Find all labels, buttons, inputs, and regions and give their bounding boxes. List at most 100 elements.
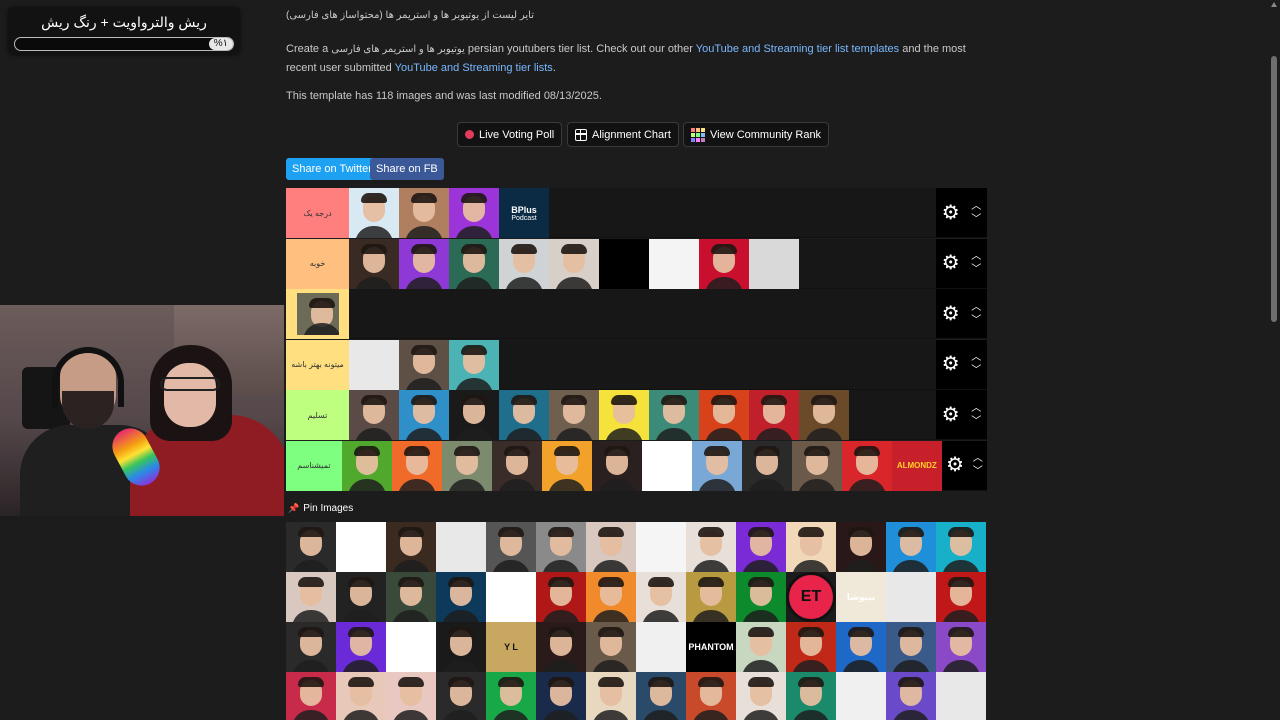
gear-icon[interactable]: ⚙ bbox=[942, 405, 960, 425]
pool-image[interactable] bbox=[736, 522, 786, 572]
pool-image[interactable] bbox=[336, 572, 386, 622]
tier-item[interactable] bbox=[699, 390, 749, 440]
pool-image[interactable] bbox=[386, 622, 436, 672]
tier-item[interactable]: ALMONDZ bbox=[891, 440, 942, 491]
tier-item[interactable] bbox=[449, 390, 499, 440]
tier-item[interactable] bbox=[749, 238, 799, 289]
tier-item[interactable] bbox=[441, 440, 492, 491]
pool-image[interactable] bbox=[636, 522, 686, 572]
tier-item[interactable] bbox=[391, 440, 442, 491]
chevron-down-icon[interactable]: ﹀ bbox=[971, 416, 981, 426]
pool-image[interactable] bbox=[786, 622, 836, 672]
tier-item[interactable] bbox=[399, 188, 449, 238]
tier-label[interactable]: خوبه bbox=[286, 238, 349, 289]
scrollbar-thumb[interactable] bbox=[1271, 56, 1277, 322]
tier-item[interactable] bbox=[549, 390, 599, 440]
tier-item[interactable] bbox=[741, 440, 792, 491]
alignment-chart-button[interactable]: Alignment Chart bbox=[567, 122, 679, 147]
tier-item[interactable] bbox=[349, 238, 399, 289]
chevron-up-icon[interactable]: ︿ bbox=[971, 403, 981, 413]
tier-items[interactable] bbox=[349, 238, 936, 289]
pool-image[interactable] bbox=[436, 622, 486, 672]
pool-image[interactable] bbox=[386, 672, 436, 720]
tier-item[interactable] bbox=[349, 188, 399, 238]
tier-item[interactable] bbox=[491, 440, 542, 491]
pool-image[interactable] bbox=[436, 572, 486, 622]
gear-icon[interactable]: ⚙ bbox=[942, 203, 960, 223]
gear-icon[interactable]: ⚙ bbox=[946, 455, 964, 475]
tier-item[interactable] bbox=[349, 339, 399, 390]
pool-image[interactable] bbox=[836, 672, 886, 720]
pool-image[interactable]: PHANTOM bbox=[686, 622, 736, 672]
tier-label[interactable]: تسلیم bbox=[286, 390, 349, 440]
gear-icon[interactable]: ⚙ bbox=[942, 304, 960, 324]
chevron-down-icon[interactable]: ﹀ bbox=[971, 366, 981, 376]
pool-image[interactable] bbox=[936, 622, 986, 672]
pool-image[interactable] bbox=[336, 522, 386, 572]
pool-image[interactable] bbox=[286, 522, 336, 572]
tier-item[interactable] bbox=[349, 390, 399, 440]
tier-item[interactable] bbox=[599, 238, 649, 289]
pool-image[interactable] bbox=[336, 622, 386, 672]
pool-image[interactable] bbox=[286, 622, 336, 672]
pin-images-header[interactable]: 📌 Pin Images bbox=[288, 503, 353, 514]
tier-items[interactable] bbox=[349, 390, 936, 440]
share-twitter-button[interactable]: Share on Twitter bbox=[286, 158, 378, 180]
chevron-down-icon[interactable]: ﹀ bbox=[971, 315, 981, 325]
pool-image[interactable] bbox=[786, 672, 836, 720]
tier-item[interactable] bbox=[541, 440, 592, 491]
chevron-down-icon[interactable]: ﹀ bbox=[973, 467, 983, 477]
tier-item[interactable] bbox=[699, 238, 749, 289]
pool-image[interactable] bbox=[286, 572, 336, 622]
page-scrollbar[interactable] bbox=[1268, 0, 1280, 720]
tier-label[interactable]: تمیشناسم bbox=[286, 440, 342, 491]
pool-image[interactable] bbox=[936, 672, 986, 720]
tier-item[interactable] bbox=[649, 390, 699, 440]
pool-image[interactable] bbox=[686, 522, 736, 572]
pool-image[interactable] bbox=[486, 572, 536, 622]
live-voting-poll-button[interactable]: Live Voting Poll bbox=[457, 122, 563, 147]
chevron-up-icon[interactable]: ︿ bbox=[971, 302, 981, 312]
tier-item[interactable] bbox=[399, 339, 449, 390]
chevron-up-icon[interactable]: ︿ bbox=[971, 252, 981, 262]
pool-image[interactable] bbox=[886, 522, 936, 572]
community-rank-button[interactable]: View Community Rank bbox=[683, 122, 830, 147]
pool-image[interactable] bbox=[586, 622, 636, 672]
scroll-up-icon[interactable] bbox=[1271, 2, 1277, 7]
tier-items[interactable] bbox=[349, 339, 936, 390]
chevron-up-icon[interactable]: ︿ bbox=[971, 353, 981, 363]
pool-image[interactable] bbox=[686, 672, 736, 720]
chevron-down-icon[interactable]: ﹀ bbox=[971, 214, 981, 224]
tier-item[interactable] bbox=[749, 390, 799, 440]
tier-item[interactable] bbox=[641, 440, 692, 491]
tier-item[interactable]: BPlus Podcast bbox=[499, 188, 549, 238]
pool-image[interactable] bbox=[486, 522, 536, 572]
pool-image[interactable] bbox=[536, 622, 586, 672]
pool-image[interactable] bbox=[536, 522, 586, 572]
pool-image[interactable] bbox=[486, 672, 536, 720]
gear-icon[interactable]: ⚙ bbox=[942, 253, 960, 273]
pool-image[interactable] bbox=[636, 572, 686, 622]
tier-item[interactable] bbox=[341, 440, 392, 491]
chevron-up-icon[interactable]: ︿ bbox=[971, 201, 981, 211]
pool-image[interactable] bbox=[386, 522, 436, 572]
pool-image[interactable] bbox=[836, 522, 886, 572]
pool-image[interactable] bbox=[586, 522, 636, 572]
tier-item[interactable] bbox=[549, 238, 599, 289]
tier-items[interactable]: BPlus Podcast bbox=[349, 188, 936, 238]
tier-item[interactable] bbox=[499, 238, 549, 289]
pool-image[interactable]: ET bbox=[786, 572, 836, 622]
tier-item[interactable] bbox=[799, 390, 849, 440]
pool-image[interactable] bbox=[536, 672, 586, 720]
chevron-down-icon[interactable]: ﹀ bbox=[971, 265, 981, 275]
tier-items[interactable]: ALMONDZ bbox=[341, 440, 942, 491]
pool-image[interactable] bbox=[886, 622, 936, 672]
tier-item[interactable] bbox=[691, 440, 742, 491]
templates-link[interactable]: YouTube and Streaming tier list template… bbox=[696, 43, 899, 55]
pool-image[interactable] bbox=[586, 672, 636, 720]
pool-image[interactable] bbox=[536, 572, 586, 622]
tier-item[interactable] bbox=[791, 440, 842, 491]
pool-image[interactable] bbox=[636, 622, 686, 672]
pool-image[interactable]: بینوشا bbox=[836, 572, 886, 622]
pool-image[interactable] bbox=[586, 572, 636, 622]
